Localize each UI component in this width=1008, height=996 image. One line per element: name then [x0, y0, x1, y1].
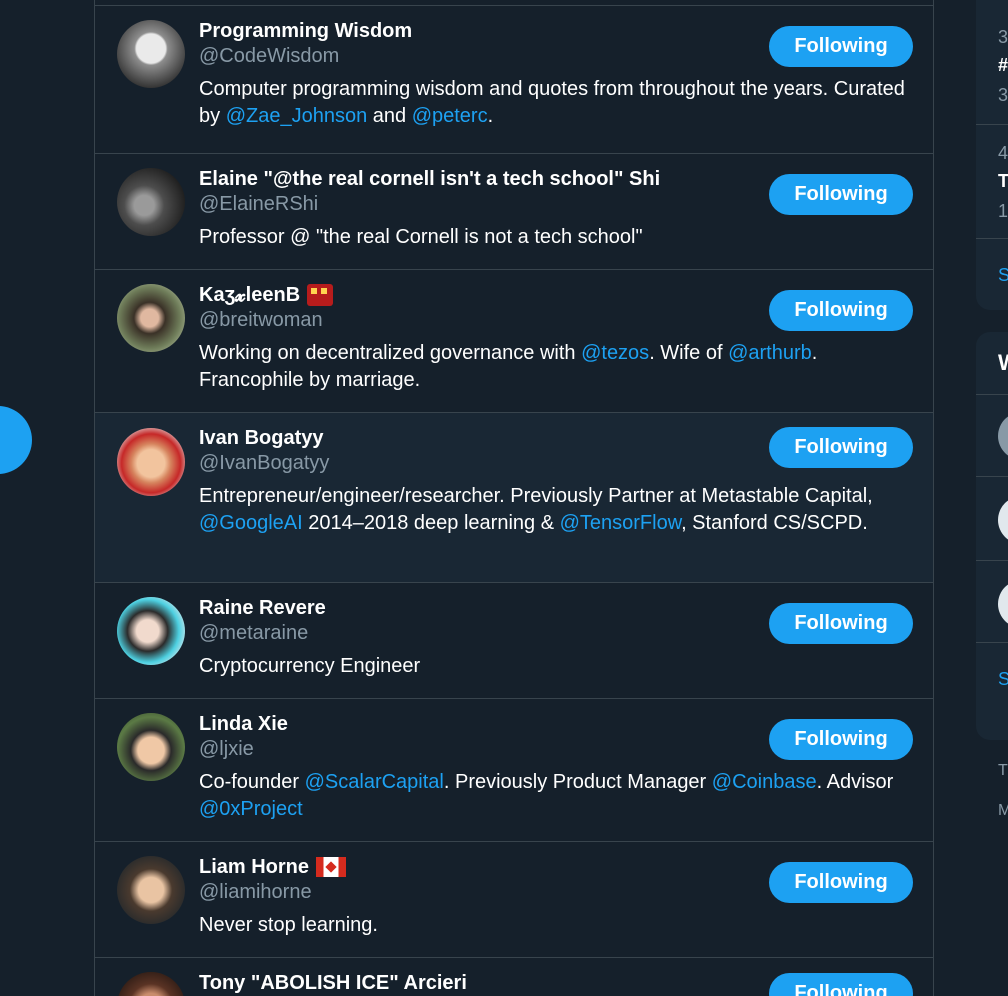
trend-title[interactable]: T: [998, 170, 1008, 192]
trends-panel: 3 # 3 4 T 1 S: [976, 0, 1008, 310]
mention-link[interactable]: @tezos: [581, 342, 649, 364]
user-bio: Working on decentralized governance with…: [199, 342, 818, 391]
trend-rank: 4: [998, 143, 1008, 163]
canada-flag-icon: [316, 857, 347, 877]
who-to-follow-panel: W S: [976, 332, 1008, 740]
following-button[interactable]: Following: [769, 26, 913, 67]
divider: [976, 238, 1008, 239]
user-row[interactable]: Kaʒ𝔁leenB @breitwoman Working on decentr…: [95, 270, 933, 413]
user-row[interactable]: Elaine "@the real cornell isn't a tech s…: [95, 154, 933, 270]
user-row[interactable]: Raine Revere @metaraine Cryptocurrency E…: [95, 583, 933, 699]
following-button[interactable]: Following: [769, 603, 913, 644]
avatar[interactable]: [998, 496, 1008, 544]
mention-link[interactable]: @Coinbase: [712, 771, 817, 793]
avatar[interactable]: [117, 972, 185, 996]
mention-link[interactable]: @peterc: [412, 105, 488, 127]
compose-tweet-button[interactable]: [0, 406, 32, 474]
right-sidebar: 3 # 3 4 T 1 S W S T M: [976, 0, 1008, 996]
user-bio: Cryptocurrency Engineer: [199, 655, 421, 677]
following-button[interactable]: Following: [769, 719, 913, 760]
trend-count: 3: [998, 85, 1008, 105]
avatar[interactable]: [998, 412, 1008, 460]
avatar[interactable]: [117, 20, 185, 88]
user-bio: Professor @ "the real Cornell is not a t…: [199, 226, 643, 248]
mention-link[interactable]: @GoogleAI: [199, 512, 303, 534]
mention-link[interactable]: @ScalarCapital: [305, 771, 444, 793]
avatar[interactable]: [998, 580, 1008, 628]
avatar[interactable]: [117, 856, 185, 924]
user-row[interactable]: Liam Horne @liamihorne Never stop learni…: [95, 842, 933, 958]
trend-rank: 3: [998, 27, 1008, 47]
following-list: Programming Wisdom @CodeWisdom Computer …: [94, 0, 934, 996]
avatar[interactable]: [117, 168, 185, 236]
divider: [976, 124, 1008, 125]
footer-link[interactable]: M: [998, 800, 1008, 822]
avatar[interactable]: [117, 428, 185, 496]
divider: [976, 394, 1008, 395]
user-row[interactable]: Ivan Bogatyy @IvanBogatyy Entrepreneur/e…: [95, 413, 933, 583]
mention-link[interactable]: @Zae_Johnson: [226, 105, 368, 127]
avatar[interactable]: [117, 597, 185, 665]
following-button[interactable]: Following: [769, 174, 913, 215]
divider: [976, 476, 1008, 477]
mention-link[interactable]: @TensorFlow: [560, 512, 681, 534]
show-more-link[interactable]: S: [998, 264, 1008, 286]
user-row[interactable]: Linda Xie @ljxie Co-founder @ScalarCapit…: [95, 699, 933, 842]
following-button[interactable]: Following: [769, 427, 913, 468]
divider: [976, 560, 1008, 561]
mention-link[interactable]: @arthurb: [728, 342, 812, 364]
user-bio: Computer programming wisdom and quotes f…: [199, 78, 905, 127]
train-icon: [307, 284, 334, 306]
trend-title[interactable]: #: [998, 54, 1008, 76]
following-button[interactable]: Following: [769, 973, 913, 996]
following-button[interactable]: Following: [769, 290, 913, 331]
trend-count: 1: [998, 201, 1008, 221]
user-row[interactable]: Tony "ABOLISH ICE" Arcieri Following: [95, 958, 933, 996]
show-more-link[interactable]: S: [998, 668, 1008, 690]
user-row[interactable]: Programming Wisdom @CodeWisdom Computer …: [95, 6, 933, 154]
panel-title: W: [998, 352, 1008, 374]
user-bio: Never stop learning.: [199, 914, 378, 936]
divider: [976, 642, 1008, 643]
following-button[interactable]: Following: [769, 862, 913, 903]
avatar[interactable]: [117, 284, 185, 352]
avatar[interactable]: [117, 713, 185, 781]
mention-link[interactable]: @0xProject: [199, 798, 303, 820]
footer-link[interactable]: T: [998, 760, 1008, 782]
user-bio: Entrepreneur/engineer/researcher. Previo…: [199, 485, 873, 534]
user-bio: Co-founder @ScalarCapital. Previously Pr…: [199, 771, 894, 820]
